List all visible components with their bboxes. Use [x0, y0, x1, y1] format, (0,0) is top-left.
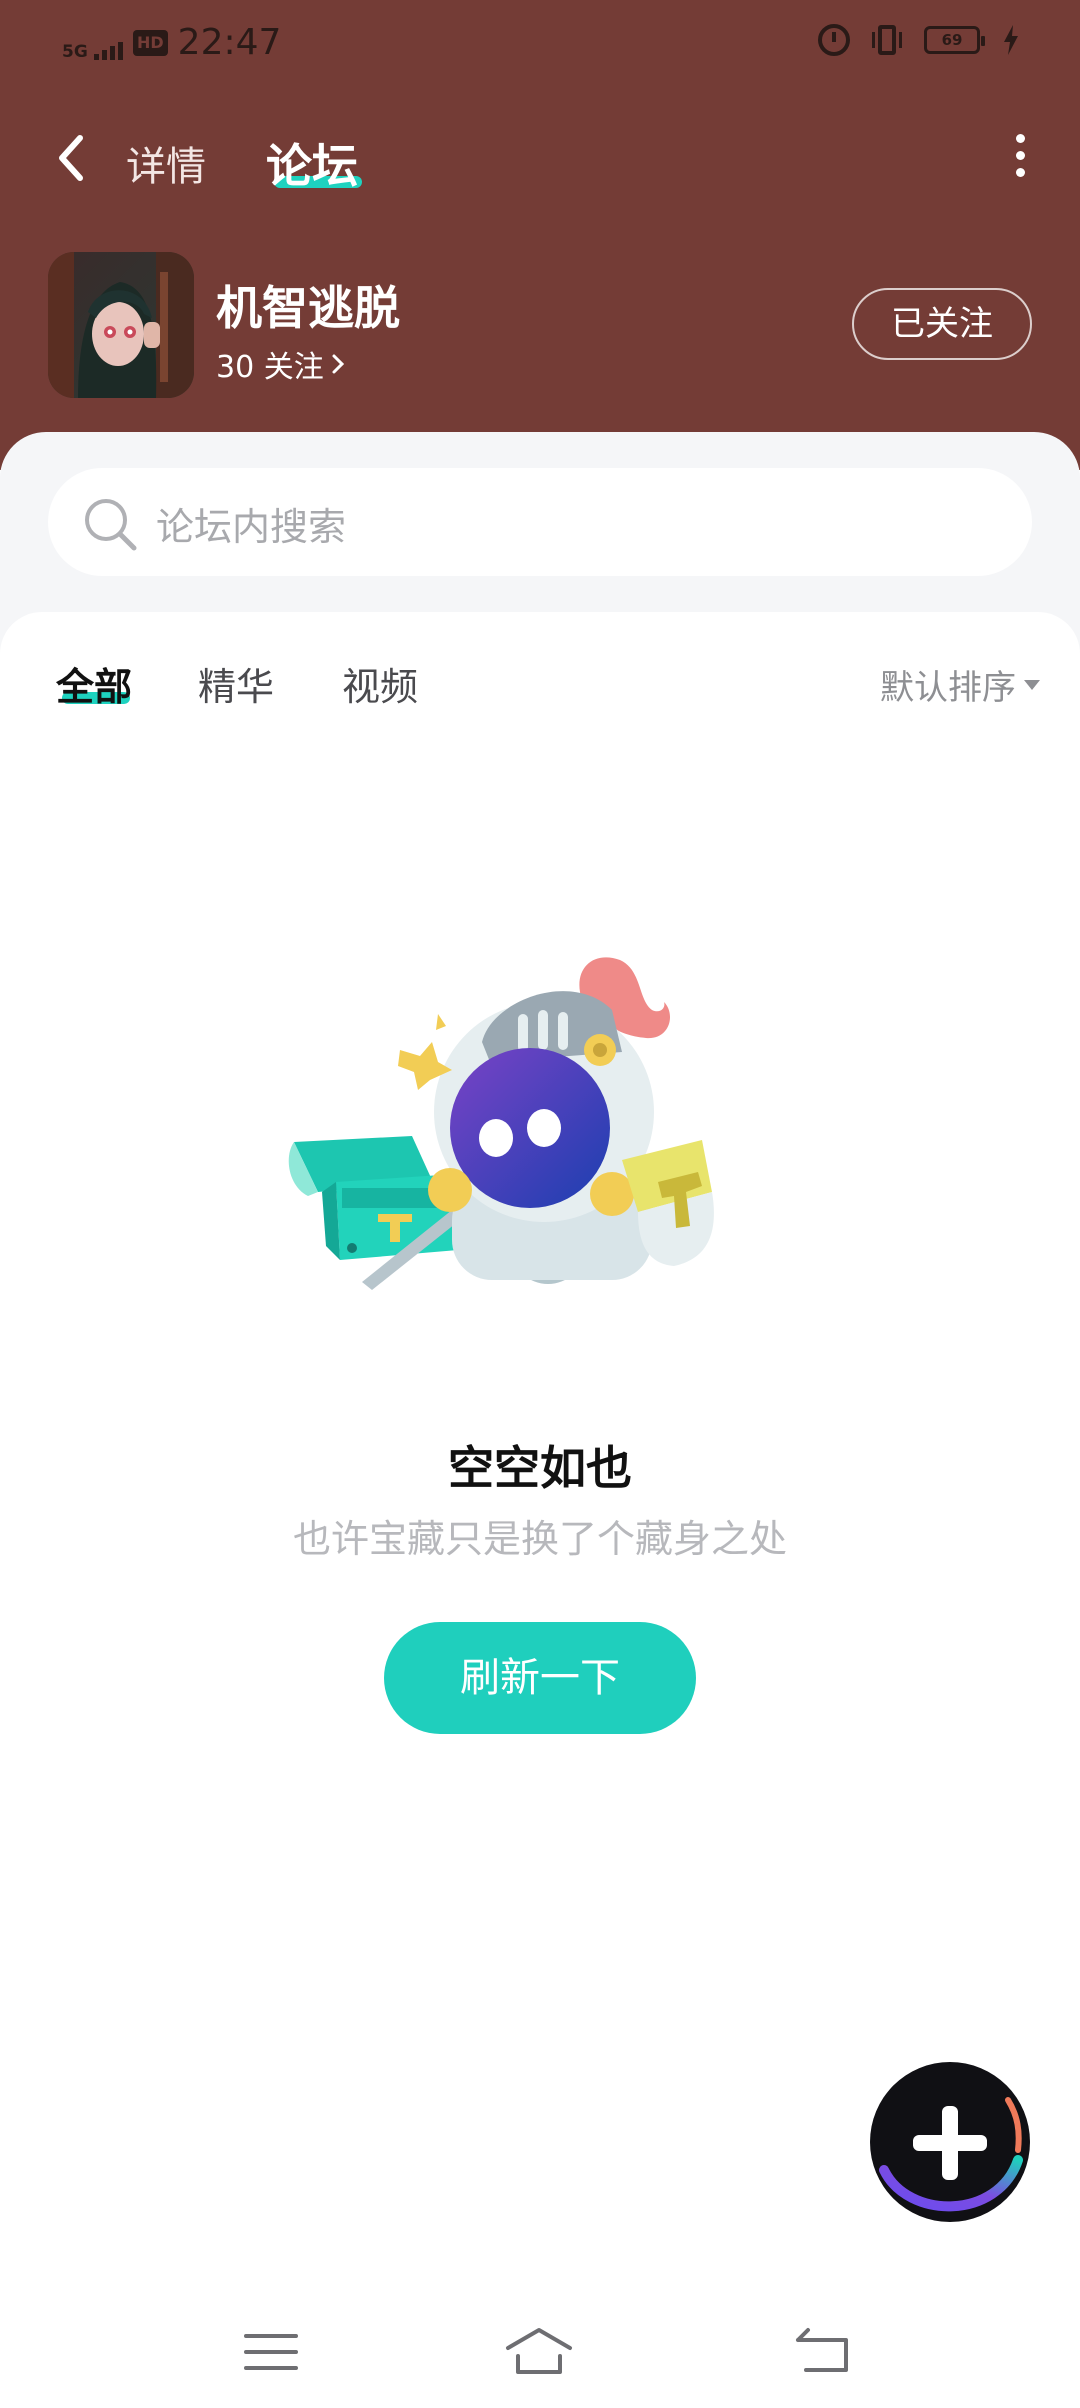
- header: 5G HD 22:47 69 详情 论坛 机智逃脱 30 关注 已关注: [0, 0, 1080, 470]
- menu-icon[interactable]: [236, 2316, 306, 2386]
- game-name: 机智逃脱: [216, 281, 400, 335]
- back-icon[interactable]: [50, 128, 100, 188]
- filter-tab-featured[interactable]: 精华: [198, 656, 274, 711]
- search-placeholder: 论坛内搜索: [156, 505, 347, 549]
- hd-badge: HD: [133, 29, 168, 56]
- back-nav-icon[interactable]: [788, 2316, 858, 2386]
- sort-dropdown[interactable]: 默认排序: [880, 660, 1040, 709]
- battery-icon: 69: [924, 26, 985, 54]
- more-icon[interactable]: [1010, 134, 1030, 184]
- followers-link[interactable]: 30 关注: [216, 342, 346, 386]
- refresh-button[interactable]: 刷新一下: [384, 1622, 696, 1734]
- caret-down-icon: [1024, 679, 1040, 690]
- game-avatar[interactable]: [48, 252, 194, 398]
- charging-icon: [1004, 25, 1018, 55]
- tab-forum[interactable]: 论坛: [266, 130, 358, 196]
- empty-state-subtitle: 也许宝藏只是换了个藏身之处: [292, 1517, 787, 1561]
- empty-state-title: 空空如也: [448, 1441, 632, 1495]
- tab-forum-label: 论坛: [266, 139, 358, 193]
- tab-detail[interactable]: 详情: [126, 134, 206, 192]
- status-time: 22:47: [177, 22, 282, 63]
- vibrate-icon: [872, 25, 902, 55]
- signal-icon: 5G: [62, 26, 123, 60]
- alarm-icon: [818, 24, 850, 56]
- filter-tab-video[interactable]: 视频: [342, 656, 418, 711]
- status-right: 69: [818, 24, 1020, 56]
- chevron-right-icon: [332, 354, 344, 374]
- follow-button[interactable]: 已关注: [852, 288, 1032, 360]
- followers-count: 30 关注: [216, 350, 324, 385]
- game-avatar-art: [48, 252, 194, 398]
- status-left: 5G HD 22:47: [62, 22, 281, 63]
- empty-state-illustration: [288, 957, 714, 1290]
- network-type: 5G: [62, 41, 88, 62]
- system-nav-bar: [0, 2300, 1080, 2408]
- forum-page: 5G HD 22:47 69 详情 论坛 机智逃脱 30 关注 已关注 论坛内搜…: [0, 0, 1080, 2408]
- nav-bar: 详情 论坛: [0, 120, 1080, 200]
- sort-label: 默认排序: [880, 668, 1016, 708]
- search-icon: [85, 499, 137, 551]
- status-bar: 5G HD 22:47 69: [0, 0, 1080, 86]
- filter-tab-all[interactable]: 全部: [56, 656, 132, 711]
- home-icon[interactable]: [504, 2316, 574, 2386]
- add-post-button[interactable]: [868, 2060, 1032, 2224]
- search-input[interactable]: 论坛内搜索: [48, 468, 1032, 576]
